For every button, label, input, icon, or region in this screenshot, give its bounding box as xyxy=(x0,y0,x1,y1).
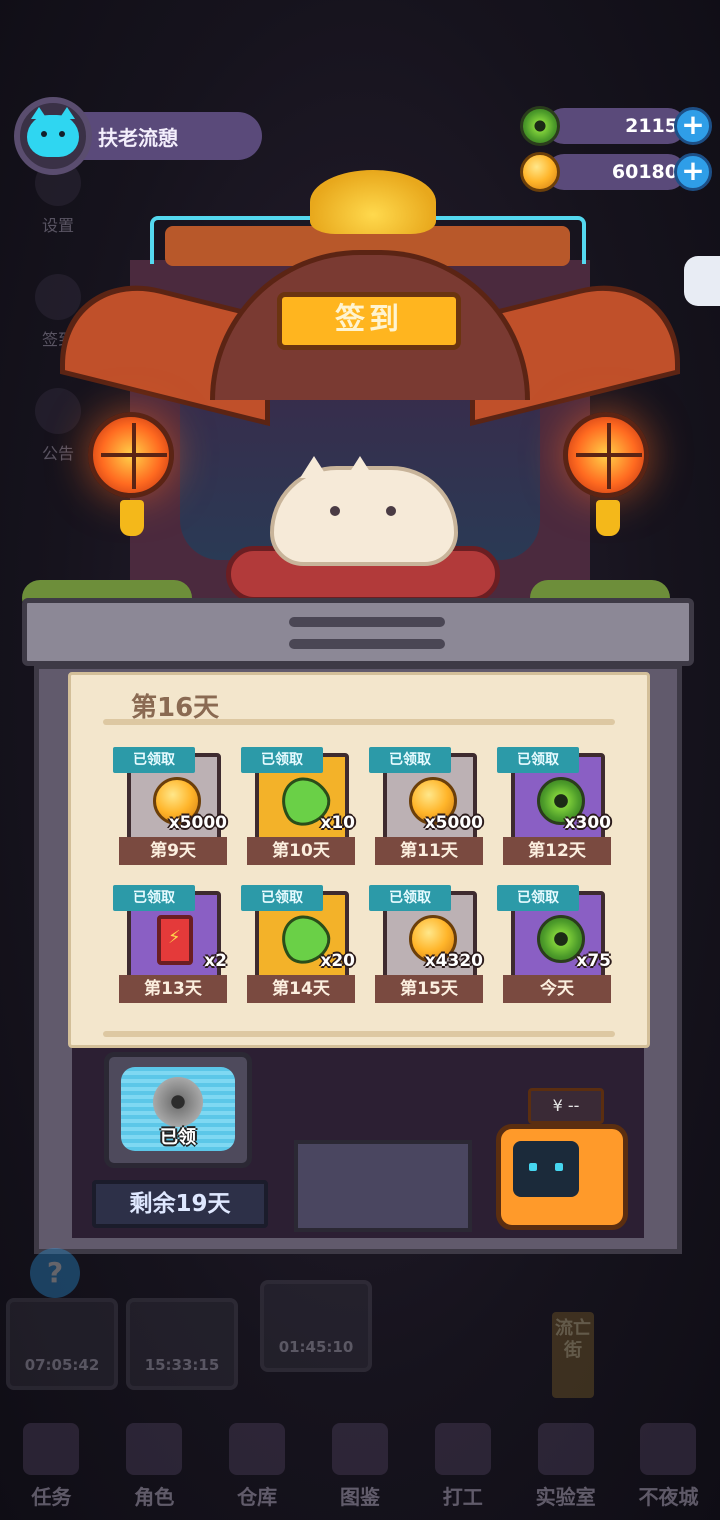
days-remaining: 剩余19天 xyxy=(92,1180,268,1228)
nav-city[interactable]: 不夜城 xyxy=(620,1423,716,1510)
reward-quantity: x4320 xyxy=(424,951,483,971)
claimed-badge: 已领取 xyxy=(369,885,451,911)
nav-book[interactable]: 图鉴 xyxy=(312,1423,408,1510)
monitor-screen: 已领 xyxy=(121,1067,235,1151)
battery-icon xyxy=(157,915,193,965)
gold-coin-icon xyxy=(520,152,560,192)
reward-day: 第10天 xyxy=(247,837,355,865)
claimed-badge: 已领取 xyxy=(241,885,323,911)
add-coin-button[interactable]: + xyxy=(674,153,712,191)
claimed-badge: 已领取 xyxy=(497,747,579,773)
bookshelf xyxy=(294,1140,472,1232)
coin-count: 60180 xyxy=(546,154,686,190)
checkin-panel: 第16天 已领取 x5000 第9天 已领取 x10 第10天 已领取 x500… xyxy=(68,672,650,1048)
nav-task[interactable]: 任务 xyxy=(3,1423,99,1510)
reward-quantity: x5000 xyxy=(424,813,483,833)
claimed-badge: 已领取 xyxy=(113,747,195,773)
disk-icon xyxy=(153,1077,203,1127)
bottom-nav: 任务 角色 仓库 图鉴 打工 实验室 不夜城 xyxy=(0,1410,720,1520)
timer-display: 15:33:15 xyxy=(126,1298,238,1390)
reward-card[interactable]: 已领取 x4320 第15天 xyxy=(369,885,483,1003)
robot-face-icon xyxy=(513,1141,579,1197)
nav-warehouse[interactable]: 仓库 xyxy=(209,1423,305,1510)
reward-card[interactable]: 已领取 x5000 第9天 xyxy=(113,747,227,865)
reward-grid: 已领取 x5000 第9天 已领取 x10 第10天 已领取 x5000 第11… xyxy=(113,747,611,1003)
add-gem-button[interactable]: + xyxy=(674,107,712,145)
nav-label: 图鉴 xyxy=(339,1485,380,1509)
tassel-icon xyxy=(596,500,620,536)
reward-quantity: x2 xyxy=(204,951,227,971)
reward-day: 第15天 xyxy=(375,975,483,1003)
gem-currency: 2115 + xyxy=(520,106,712,146)
task-icon xyxy=(23,1423,80,1475)
reward-card[interactable]: 已领取 x5000 第11天 xyxy=(369,747,483,865)
nav-label: 仓库 xyxy=(237,1485,278,1509)
reward-card[interactable]: 已领取 x2 第13天 xyxy=(113,885,227,1003)
lab-icon xyxy=(537,1423,594,1475)
timer-display: 01:45:10 xyxy=(260,1280,372,1372)
reward-quantity: x300 xyxy=(564,813,611,833)
green-gem-icon xyxy=(520,106,560,146)
side-item-label: 公告 xyxy=(41,444,74,463)
claimed-badge: 已领取 xyxy=(241,747,323,773)
reward-card[interactable]: 已领取 x300 第12天 xyxy=(497,747,611,865)
stone-lintel xyxy=(22,598,694,666)
lantern-icon xyxy=(563,412,649,498)
reward-quantity: x5000 xyxy=(168,813,227,833)
monthly-claimed-status: 已领 xyxy=(160,1127,196,1148)
nav-label: 打工 xyxy=(442,1485,483,1509)
reward-card[interactable]: 已领取 x20 第14天 xyxy=(241,885,355,1003)
nav-work[interactable]: 打工 xyxy=(415,1423,511,1510)
nav-character[interactable]: 角色 xyxy=(106,1423,202,1510)
reward-quantity: x10 xyxy=(320,813,355,833)
reward-card[interactable]: 已领取 x75 今天 xyxy=(497,885,611,1003)
reward-day: 第12天 xyxy=(503,837,611,865)
gem-count: 2115 xyxy=(546,108,686,144)
gold-ingot-icon xyxy=(310,170,436,234)
claimed-badge: 已领取 xyxy=(369,747,451,773)
divider xyxy=(103,719,615,725)
side-item-label: 设置 xyxy=(41,216,74,235)
cat-face-icon xyxy=(27,107,79,157)
reward-day: 第9天 xyxy=(119,837,227,865)
coin-currency: 60180 + xyxy=(520,152,712,192)
nav-label: 实验室 xyxy=(535,1485,596,1509)
character-icon xyxy=(126,1423,183,1475)
nav-label: 角色 xyxy=(134,1485,175,1509)
nav-label: 任务 xyxy=(31,1485,72,1509)
timer-display: 07:05:42 xyxy=(6,1298,118,1390)
warehouse-icon xyxy=(229,1423,286,1475)
white-cat-character[interactable] xyxy=(270,456,458,566)
clip-icon[interactable] xyxy=(684,256,720,306)
vending-machine[interactable] xyxy=(496,1124,628,1230)
reward-quantity: x75 xyxy=(576,951,611,971)
tassel-icon xyxy=(120,500,144,536)
reward-day: 第13天 xyxy=(119,975,227,1003)
vending-price: ¥ -- xyxy=(528,1088,604,1124)
exile-street-sign[interactable]: 流亡街 xyxy=(552,1312,594,1398)
work-icon xyxy=(434,1423,491,1475)
nav-label: 不夜城 xyxy=(638,1485,699,1509)
reward-day: 今天 xyxy=(503,975,611,1003)
player-profile[interactable]: 扶老流憩 xyxy=(14,97,262,175)
reward-card[interactable]: 已领取 x10 第10天 xyxy=(241,747,355,865)
reward-quantity: x20 xyxy=(320,951,355,971)
claimed-badge: 已领取 xyxy=(497,885,579,911)
reward-day: 第11天 xyxy=(375,837,483,865)
nav-lab[interactable]: 实验室 xyxy=(518,1423,614,1510)
checkin-sign: 签到 xyxy=(277,292,461,350)
claimed-badge: 已领取 xyxy=(113,885,195,911)
reward-day: 第14天 xyxy=(247,975,355,1003)
avatar[interactable] xyxy=(14,97,92,175)
divider xyxy=(103,1031,615,1037)
book-icon xyxy=(331,1423,388,1475)
monthly-card-monitor[interactable]: 已领 xyxy=(104,1052,252,1168)
background-hud: 07:05:42 15:33:15 01:45:10 流亡街 任务 角色 仓库 … xyxy=(0,1240,720,1520)
lantern-icon xyxy=(88,412,174,498)
username: 扶老流憩 xyxy=(72,112,262,160)
city-icon xyxy=(640,1423,697,1475)
